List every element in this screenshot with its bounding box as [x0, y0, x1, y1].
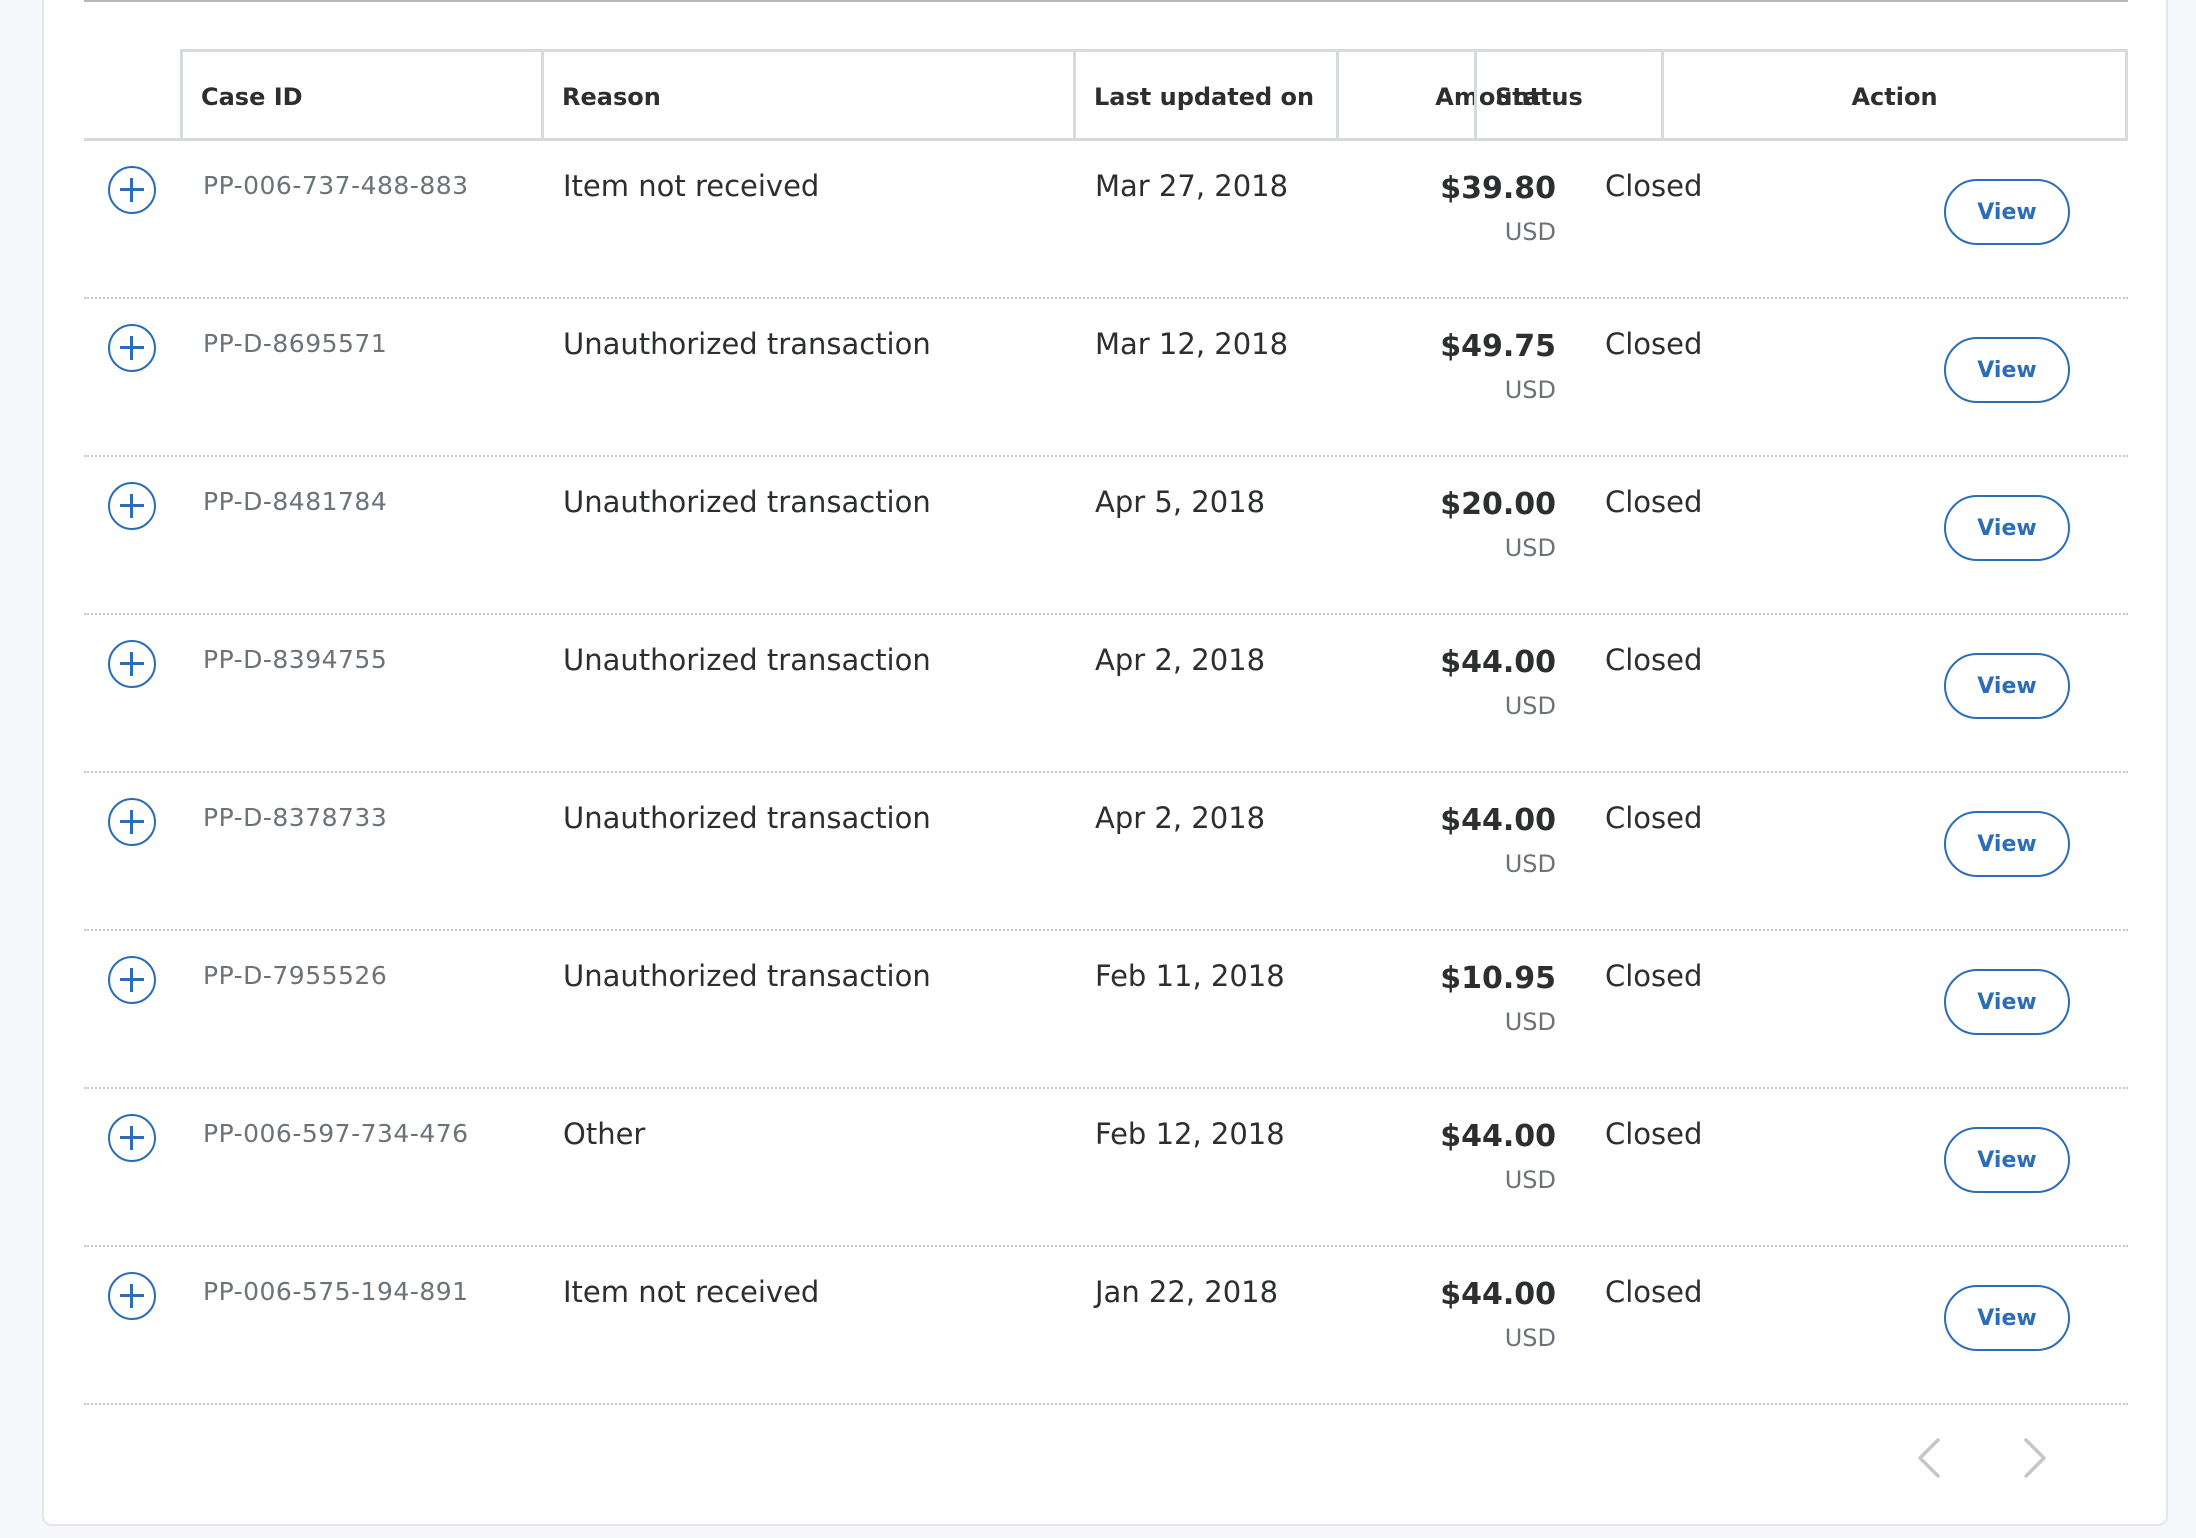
status: Closed [1605, 169, 1703, 203]
amount-currency: USD [1504, 1324, 1556, 1352]
amount-value: $44.00 [1440, 1277, 1556, 1312]
status: Closed [1605, 643, 1703, 677]
view-case-button[interactable]: View [1944, 179, 2070, 245]
expand-row-button[interactable] [108, 956, 156, 1004]
expand-row-button[interactable] [108, 482, 156, 530]
case-id: PP-D-8378733 [203, 803, 388, 832]
expand-row-button[interactable] [108, 324, 156, 372]
column-header-label: Last updated on [1094, 82, 1315, 111]
status: Closed [1605, 1275, 1703, 1309]
view-case-button[interactable]: View [1944, 969, 2070, 1035]
last-updated-date: Jan 22, 2018 [1095, 1275, 1279, 1309]
expand-row-button[interactable] [108, 640, 156, 688]
case-id: PP-006-737-488-883 [203, 171, 469, 200]
reason: Unauthorized transaction [563, 643, 931, 677]
amount: $44.00 USD [1354, 803, 1556, 878]
amount-value: $49.75 [1440, 329, 1556, 364]
amount: $44.00 USD [1354, 645, 1556, 720]
amount-currency: USD [1504, 534, 1556, 562]
case-id: PP-D-8394755 [203, 645, 388, 674]
next-page-button[interactable] [2020, 1436, 2050, 1480]
amount: $10.95 USD [1354, 961, 1556, 1036]
reason: Unauthorized transaction [563, 327, 931, 361]
case-id: PP-006-575-194-891 [203, 1277, 469, 1306]
reason: Other [563, 1117, 646, 1151]
section-divider [84, 0, 2128, 2]
reason: Item not received [563, 169, 820, 203]
view-case-button[interactable]: View [1944, 811, 2070, 877]
view-case-button[interactable]: View [1944, 1285, 2070, 1351]
table-row: PP-D-7955526 Unauthorized transaction Fe… [84, 931, 2128, 1089]
last-updated-date: Feb 12, 2018 [1095, 1117, 1285, 1151]
last-updated-date: Feb 11, 2018 [1095, 959, 1285, 993]
table-header: Case ID Reason Last updated on Amount St… [84, 49, 2128, 141]
expand-row-button[interactable] [108, 166, 156, 214]
amount-currency: USD [1504, 1166, 1556, 1194]
last-updated-date: Mar 12, 2018 [1095, 327, 1289, 361]
amount: $44.00 USD [1354, 1119, 1556, 1194]
column-header-reason[interactable]: Reason [541, 49, 1074, 141]
amount-currency: USD [1504, 376, 1556, 404]
table-row: PP-006-597-734-476 Other Feb 12, 2018 $4… [84, 1089, 2128, 1247]
view-case-button[interactable]: View [1944, 337, 2070, 403]
table-row: PP-006-737-488-883 Item not received Mar… [84, 141, 2128, 299]
last-updated-date: Apr 2, 2018 [1095, 801, 1266, 835]
amount-value: $10.95 [1440, 961, 1556, 996]
table-body: PP-006-737-488-883 Item not received Mar… [84, 141, 2128, 1405]
view-case-button[interactable]: View [1944, 653, 2070, 719]
amount-currency: USD [1504, 692, 1556, 720]
amount: $49.75 USD [1354, 329, 1556, 404]
amount-currency: USD [1504, 1008, 1556, 1036]
column-header-last-updated[interactable]: Last updated on [1073, 49, 1337, 141]
last-updated-date: Apr 5, 2018 [1095, 485, 1266, 519]
status: Closed [1605, 1117, 1703, 1151]
column-header-label: Reason [562, 82, 661, 111]
last-updated-date: Mar 27, 2018 [1095, 169, 1289, 203]
case-id: PP-006-597-734-476 [203, 1119, 469, 1148]
table-row: PP-D-8378733 Unauthorized transaction Ap… [84, 773, 2128, 931]
reason: Item not received [563, 1275, 820, 1309]
amount-value: $44.00 [1440, 803, 1556, 838]
view-case-button[interactable]: View [1944, 495, 2070, 561]
amount: $44.00 USD [1354, 1277, 1556, 1352]
expand-row-button[interactable] [108, 1272, 156, 1320]
expand-row-button[interactable] [108, 798, 156, 846]
reason: Unauthorized transaction [563, 959, 931, 993]
reason: Unauthorized transaction [563, 485, 931, 519]
chevron-left-icon [1918, 1438, 1940, 1478]
last-updated-date: Apr 2, 2018 [1095, 643, 1266, 677]
reason: Unauthorized transaction [563, 801, 931, 835]
table-row: PP-D-8695571 Unauthorized transaction Ma… [84, 299, 2128, 457]
amount: $20.00 USD [1354, 487, 1556, 562]
amount-value: $39.80 [1440, 171, 1556, 206]
previous-page-button[interactable] [1914, 1436, 1944, 1480]
table-row: PP-D-8394755 Unauthorized transaction Ap… [84, 615, 2128, 773]
amount-value: $44.00 [1440, 645, 1556, 680]
amount: $39.80 USD [1354, 171, 1556, 246]
case-id: PP-D-7955526 [203, 961, 388, 990]
chevron-right-icon [2024, 1438, 2046, 1478]
amount-currency: USD [1504, 850, 1556, 878]
table-row: PP-D-8481784 Unauthorized transaction Ap… [84, 457, 2128, 615]
status: Closed [1605, 485, 1703, 519]
cases-table: Case ID Reason Last updated on Amount St… [84, 49, 2128, 1405]
column-header-label: Action [1851, 82, 1938, 111]
case-id: PP-D-8695571 [203, 329, 388, 358]
amount-currency: USD [1504, 218, 1556, 246]
column-header-case-id[interactable]: Case ID [180, 49, 542, 141]
case-id: PP-D-8481784 [203, 487, 388, 516]
column-header-label: Case ID [201, 82, 303, 111]
column-header-label: Status [1495, 82, 1583, 111]
table-row: PP-006-575-194-891 Item not received Jan… [84, 1247, 2128, 1405]
expand-row-button[interactable] [108, 1114, 156, 1162]
amount-value: $20.00 [1440, 487, 1556, 522]
column-header-status[interactable]: Status [1474, 49, 1662, 141]
status: Closed [1605, 327, 1703, 361]
status: Closed [1605, 801, 1703, 835]
column-header-action: Action [1661, 49, 2128, 141]
view-case-button[interactable]: View [1944, 1127, 2070, 1193]
status: Closed [1605, 959, 1703, 993]
amount-value: $44.00 [1440, 1119, 1556, 1154]
